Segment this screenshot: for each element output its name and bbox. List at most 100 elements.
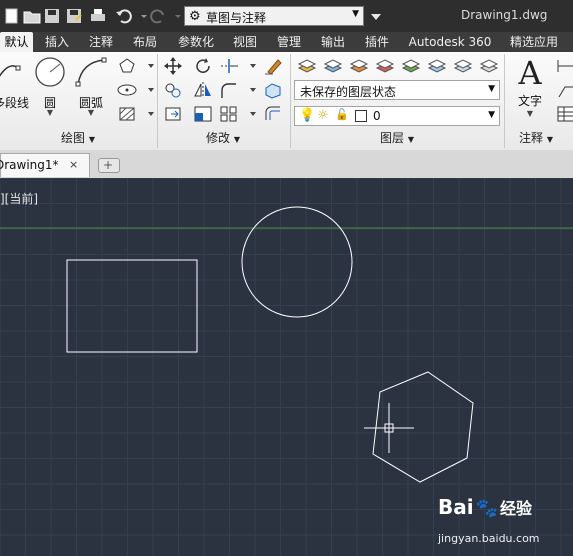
ellipse-icon[interactable] xyxy=(116,80,138,100)
panel-divider xyxy=(290,54,291,148)
plus-icon: + xyxy=(103,158,114,172)
offset-icon[interactable] xyxy=(262,104,284,124)
copy-icon[interactable] xyxy=(162,80,184,100)
redo-icon[interactable] xyxy=(148,6,168,26)
new-tab-button[interactable]: + xyxy=(98,158,120,173)
crosshair-cursor xyxy=(364,403,414,453)
move-icon[interactable] xyxy=(162,56,184,76)
layers-panel-title[interactable]: 图层 ▼ xyxy=(292,130,502,146)
arc-icon xyxy=(75,57,107,87)
layer-unisolate-icon[interactable] xyxy=(426,56,448,76)
chevron-down-icon: ▼ xyxy=(546,135,553,144)
chevron-down-icon: ▼ xyxy=(88,135,95,144)
hexagon-shape[interactable] xyxy=(372,371,474,483)
polyline-button[interactable]: 多段线 xyxy=(0,56,30,116)
layer-properties-icon[interactable] xyxy=(296,56,318,76)
ribbon-panel: 多段线 圆 ▼ 圆弧 ▼ 绘图 ▼ xyxy=(0,52,573,151)
fillet-icon[interactable] xyxy=(218,80,240,100)
undo-icon[interactable] xyxy=(114,6,134,26)
workspace-select[interactable]: ⚙ 草图与注释 ▼ xyxy=(184,6,364,26)
current-layer-name: 0 xyxy=(373,109,381,123)
trim-icon[interactable] xyxy=(218,56,240,76)
layer-off-icon[interactable] xyxy=(478,56,500,76)
hatch-dropdown-icon[interactable] xyxy=(140,104,154,124)
plot-icon[interactable] xyxy=(88,6,108,26)
layer-match-icon[interactable] xyxy=(322,56,344,76)
hatch-icon[interactable] xyxy=(116,104,138,124)
layer-freeze-icon[interactable] xyxy=(452,56,474,76)
circle-button[interactable]: 圆 ▼ xyxy=(32,56,68,117)
circle-shape[interactable] xyxy=(241,206,353,318)
chevron-down-icon: ▼ xyxy=(488,110,495,120)
stretch-icon[interactable] xyxy=(162,104,184,124)
modify-panel-title[interactable]: 修改 ▼ xyxy=(158,130,288,146)
layer-state-value: 未保存的图层状态 xyxy=(300,85,397,99)
title-bar: ⚙ 草图与注释 ▼ Drawing1.dwg xyxy=(0,0,573,32)
tab-manage[interactable]: 管理 xyxy=(272,32,306,52)
layers-panel-title-text: 图层 xyxy=(380,131,405,145)
layer-state-select[interactable]: 未保存的图层状态 ▼ xyxy=(294,80,500,100)
explode-icon[interactable] xyxy=(262,80,284,100)
array-icon[interactable] xyxy=(218,104,240,124)
save-icon[interactable] xyxy=(42,6,62,26)
draw-panel-title[interactable]: 绘图 ▼ xyxy=(0,130,156,146)
tab-featured-apps[interactable]: 精选应用 xyxy=(504,32,564,52)
close-icon[interactable]: × xyxy=(69,158,78,171)
tab-default[interactable]: 默认 xyxy=(0,32,33,52)
layer-walk-icon[interactable] xyxy=(374,56,396,76)
document-title: Drawing1.dwg xyxy=(461,8,548,22)
array-dropdown-icon[interactable] xyxy=(242,104,256,124)
annotation-panel-title[interactable]: 注释 ▼ xyxy=(506,130,566,146)
mirror-icon[interactable] xyxy=(192,80,214,100)
open-icon[interactable] xyxy=(22,6,42,26)
viewport-label[interactable]: ][当前] xyxy=(0,190,38,207)
dimension-icon[interactable] xyxy=(556,56,573,76)
save-as-icon[interactable] xyxy=(64,6,84,26)
watermark-url: jingyan.baidu.com xyxy=(438,532,540,545)
leader-icon[interactable] xyxy=(556,80,573,100)
tab-output[interactable]: 输出 xyxy=(316,32,350,52)
watermark-logo-text-2: 经验 xyxy=(500,499,533,518)
polyline-label: 多段线 xyxy=(0,96,29,110)
layer-select[interactable]: 💡 ☼ 🔓 0 ▼ xyxy=(294,106,500,126)
watermark-logo-text: Bai xyxy=(438,495,474,519)
ellipse-dropdown-icon[interactable] xyxy=(140,80,154,100)
arc-dropdown-icon[interactable]: ▼ xyxy=(72,108,110,117)
sun-icon: ☼ xyxy=(317,108,329,123)
circle-dropdown-icon[interactable]: ▼ xyxy=(32,108,68,117)
tab-annotate[interactable]: 注释 xyxy=(84,32,118,52)
table-icon[interactable] xyxy=(556,104,573,124)
layer-previous-icon[interactable] xyxy=(348,56,370,76)
polygon-dropdown-icon[interactable] xyxy=(140,56,154,76)
chevron-down-icon: ▼ xyxy=(407,135,414,144)
document-tab[interactable]: Drawing1* × xyxy=(0,153,90,177)
tab-insert[interactable]: 插入 xyxy=(40,32,74,52)
ribbon-tab-bar: 默认 插入 注释 布局 参数化 视图 管理 输出 插件 Autodesk 360… xyxy=(0,32,573,52)
customize-quick-access-icon[interactable] xyxy=(366,6,381,26)
fillet-dropdown-icon[interactable] xyxy=(242,80,256,100)
chevron-down-icon: ▼ xyxy=(352,9,359,19)
redo-dropdown-icon[interactable] xyxy=(168,6,181,26)
tab-layout[interactable]: 布局 xyxy=(128,32,162,52)
new-icon[interactable] xyxy=(2,6,22,26)
arc-button[interactable]: 圆弧 ▼ xyxy=(72,56,110,117)
tab-parametric[interactable]: 参数化 xyxy=(172,32,220,52)
workspace-label: 草图与注释 xyxy=(206,11,267,25)
document-tab-bar: Drawing1* × + xyxy=(0,150,573,179)
text-dropdown-icon[interactable]: ▼ xyxy=(510,109,550,118)
modify-panel-title-text: 修改 xyxy=(206,131,231,145)
scale-icon[interactable] xyxy=(192,104,214,124)
unlock-icon: 🔓 xyxy=(335,108,349,121)
tab-autodesk-360[interactable]: Autodesk 360 xyxy=(404,32,496,52)
tab-view[interactable]: 视图 xyxy=(228,32,262,52)
baidu-jingyan-logo: Bai 🐾 经验 xyxy=(438,495,532,519)
layer-isolate-icon[interactable] xyxy=(400,56,422,76)
trim-dropdown-icon[interactable] xyxy=(242,56,256,76)
erase-icon[interactable] xyxy=(262,56,284,76)
tab-plugins[interactable]: 插件 xyxy=(360,32,394,52)
undo-dropdown-icon[interactable] xyxy=(134,6,147,26)
text-button[interactable]: A 文字 ▼ xyxy=(510,54,550,124)
rotate-icon[interactable] xyxy=(192,56,214,76)
polygon-icon[interactable] xyxy=(116,56,138,76)
text-icon: A xyxy=(518,54,542,92)
